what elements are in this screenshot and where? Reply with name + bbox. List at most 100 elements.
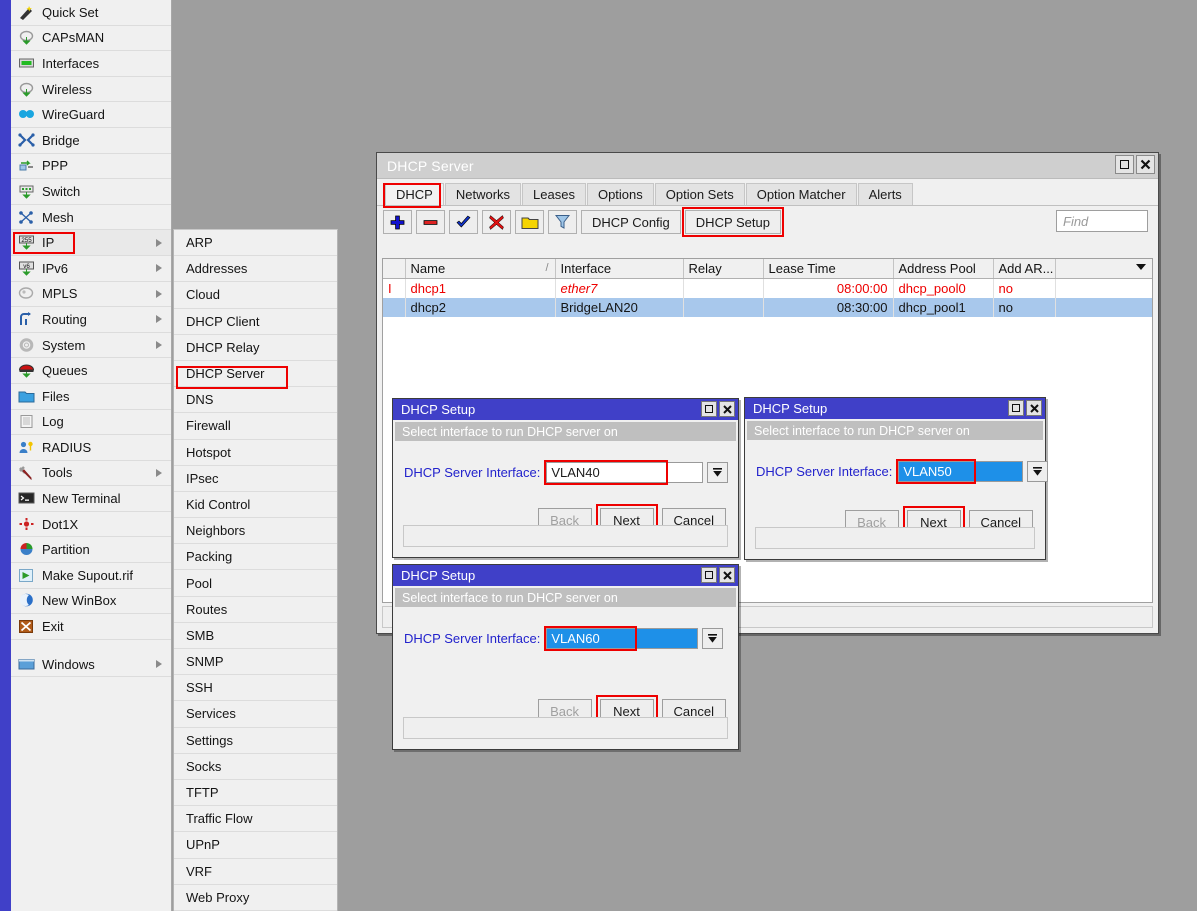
grid-col-header-flag[interactable] — [383, 259, 406, 279]
disable-button[interactable] — [482, 210, 511, 234]
maximize-button[interactable] — [701, 401, 717, 417]
ip-submenu-item-socks[interactable]: Socks — [174, 754, 337, 780]
ip-submenu-item-firewall[interactable]: Firewall — [174, 413, 337, 440]
dhcp-config-button[interactable]: DHCP Config — [581, 210, 681, 234]
grid-col-menu[interactable] — [1055, 259, 1152, 279]
close-button[interactable] — [1136, 155, 1155, 174]
sidebar-item-files[interactable]: Files — [11, 383, 171, 410]
maximize-button[interactable] — [1008, 400, 1024, 416]
system-gear-icon — [19, 337, 33, 352]
ip-submenu-item-packing[interactable]: Packing — [174, 544, 337, 571]
sidebar-item-bridge[interactable]: Bridge — [11, 127, 171, 154]
ip-submenu-item-routes[interactable]: Routes — [174, 597, 337, 623]
maximize-button[interactable] — [1115, 155, 1134, 174]
sidebar-item-routing[interactable]: Routing — [11, 307, 171, 333]
grid-col-header-address-pool[interactable]: Address Pool — [893, 259, 994, 279]
filter-button[interactable] — [548, 210, 577, 234]
sidebar-item-new-winbox[interactable]: New WinBox — [11, 588, 171, 615]
close-button[interactable] — [719, 401, 735, 417]
sidebar-item-wireless[interactable]: Wireless — [11, 76, 171, 103]
setup-dialog-titlebar[interactable]: DHCP Setup — [393, 565, 738, 586]
ip-submenu-item-addresses[interactable]: Addresses — [174, 256, 337, 283]
ip-submenu-item-hotspot[interactable]: Hotspot — [174, 440, 337, 466]
sidebar-item-make-supout-rif[interactable]: Make Supout.rif — [11, 563, 171, 589]
enable-button[interactable] — [449, 210, 478, 234]
table-row[interactable]: dhcp2 BridgeLAN20 08:30:00 dhcp_pool1 no — [383, 297, 1152, 317]
sidebar-item-mesh[interactable]: Mesh — [11, 204, 171, 231]
sidebar-item-tools[interactable]: Tools — [11, 460, 171, 487]
ip-submenu-item-arp[interactable]: ARP — [174, 230, 337, 257]
dhcp-setup-button[interactable]: DHCP Setup — [684, 210, 781, 234]
interface-dropdown-button[interactable] — [707, 462, 729, 483]
sidebar-item-label: Exit — [42, 619, 64, 635]
ip-submenu-item-neighbors[interactable]: Neighbors — [174, 518, 337, 545]
sidebar-item-capsman[interactable]: CAPsMAN — [11, 25, 171, 52]
comment-button[interactable] — [515, 210, 544, 234]
ip-submenu-item-vrf[interactable]: VRF — [174, 859, 337, 885]
tab-leases[interactable]: Leases — [522, 183, 586, 205]
setup-dialog-prompt: Select interface to run DHCP server on — [395, 422, 736, 441]
tab-option-sets[interactable]: Option Sets — [654, 183, 745, 205]
sidebar-item-ip[interactable]: 255 IP — [11, 230, 171, 256]
interface-dropdown-button[interactable] — [702, 628, 724, 649]
setup-window-controls — [1008, 400, 1042, 416]
close-button[interactable] — [1026, 400, 1042, 416]
ip-submenu-item-ssh[interactable]: SSH — [174, 675, 337, 702]
grid-col-header-add-ar-[interactable]: Add AR... — [993, 259, 1056, 279]
sidebar-item-interfaces[interactable]: Interfaces — [11, 51, 171, 77]
tab-networks[interactable]: Networks — [444, 183, 522, 205]
sidebar-item-new-terminal[interactable]: New Terminal — [11, 486, 171, 512]
ip-submenu-item-dhcp-relay[interactable]: DHCP Relay — [174, 335, 337, 361]
sidebar-item-quick-set[interactable]: Quick Set — [11, 0, 171, 26]
remove-button[interactable] — [416, 210, 445, 234]
dhcp-server-interface-input[interactable]: VLAN40 — [546, 462, 704, 483]
add-button[interactable] — [383, 210, 412, 234]
sidebar-item-system[interactable]: System — [11, 332, 171, 359]
close-button[interactable] — [719, 567, 735, 583]
ip-submenu-item-ipsec[interactable]: IPsec — [174, 466, 337, 492]
find-input[interactable]: Find — [1056, 210, 1148, 232]
sidebar-item-windows[interactable]: Windows — [11, 651, 171, 678]
tab-alerts[interactable]: Alerts — [857, 183, 913, 205]
table-row[interactable]: Idhcp1 ether7 08:00:00 dhcp_pool0 no — [383, 278, 1152, 298]
setup-dialog-titlebar[interactable]: DHCP Setup — [393, 399, 738, 420]
ip-submenu-item-dhcp-client[interactable]: DHCP Client — [174, 309, 337, 335]
ip-submenu-item-smb[interactable]: SMB — [174, 623, 337, 649]
sidebar-item-dot1x[interactable]: Dot1X — [11, 511, 171, 538]
sidebar-item-partition[interactable]: Partition — [11, 537, 171, 564]
sidebar-item-queues[interactable]: Queues — [11, 358, 171, 384]
ip-submenu-item-dhcp-server[interactable]: DHCP Server — [174, 361, 337, 388]
sidebar-item-exit[interactable]: Exit — [11, 614, 171, 640]
ip-submenu-item-kid-control[interactable]: Kid Control — [174, 492, 337, 519]
maximize-button[interactable] — [701, 567, 717, 583]
ip-submenu-item-tftp[interactable]: TFTP — [174, 780, 337, 807]
sidebar-item-ppp[interactable]: PPP — [11, 153, 171, 180]
grid-col-header-interface[interactable]: Interface — [555, 259, 684, 279]
grid-col-header-lease-time[interactable]: Lease Time — [763, 259, 894, 279]
sidebar-item-log[interactable]: Log — [11, 409, 171, 436]
sidebar-item-ipv6[interactable]: v6 IPv6 — [11, 255, 171, 282]
ip-submenu-item-snmp[interactable]: SNMP — [174, 649, 337, 676]
interface-dropdown-button[interactable] — [1027, 461, 1049, 482]
ip-submenu-item-traffic-flow[interactable]: Traffic Flow — [174, 806, 337, 833]
sidebar-item-wireguard[interactable]: WireGuard — [11, 102, 171, 128]
sidebar-item-mpls[interactable]: MPLS — [11, 281, 171, 308]
tab-options[interactable]: Options — [586, 183, 654, 205]
tab-dhcp[interactable]: DHCP — [385, 183, 444, 205]
dhcp-server-titlebar[interactable]: DHCP Server — [377, 153, 1158, 179]
ip-submenu-item-services[interactable]: Services — [174, 701, 337, 728]
dhcp-server-interface-input[interactable]: VLAN60 — [546, 628, 699, 649]
ip-submenu-item-upnp[interactable]: UPnP — [174, 832, 337, 859]
sidebar-item-switch[interactable]: Switch — [11, 179, 171, 205]
ip-submenu-item-cloud[interactable]: Cloud — [174, 282, 337, 309]
ip-submenu-item-pool[interactable]: Pool — [174, 570, 337, 597]
ip-submenu-item-dns[interactable]: DNS — [174, 387, 337, 414]
grid-col-header-relay[interactable]: Relay — [683, 259, 764, 279]
dhcp-server-interface-input[interactable]: VLAN50 — [898, 461, 1024, 482]
ip-submenu-item-settings[interactable]: Settings — [174, 728, 337, 754]
sidebar-item-radius[interactable]: RADIUS — [11, 435, 171, 461]
setup-dialog-titlebar[interactable]: DHCP Setup — [745, 398, 1045, 419]
tab-option-matcher[interactable]: Option Matcher — [745, 183, 857, 205]
grid-col-header-name[interactable]: Name / — [405, 259, 556, 279]
ip-submenu-item-web-proxy[interactable]: Web Proxy — [174, 885, 337, 911]
